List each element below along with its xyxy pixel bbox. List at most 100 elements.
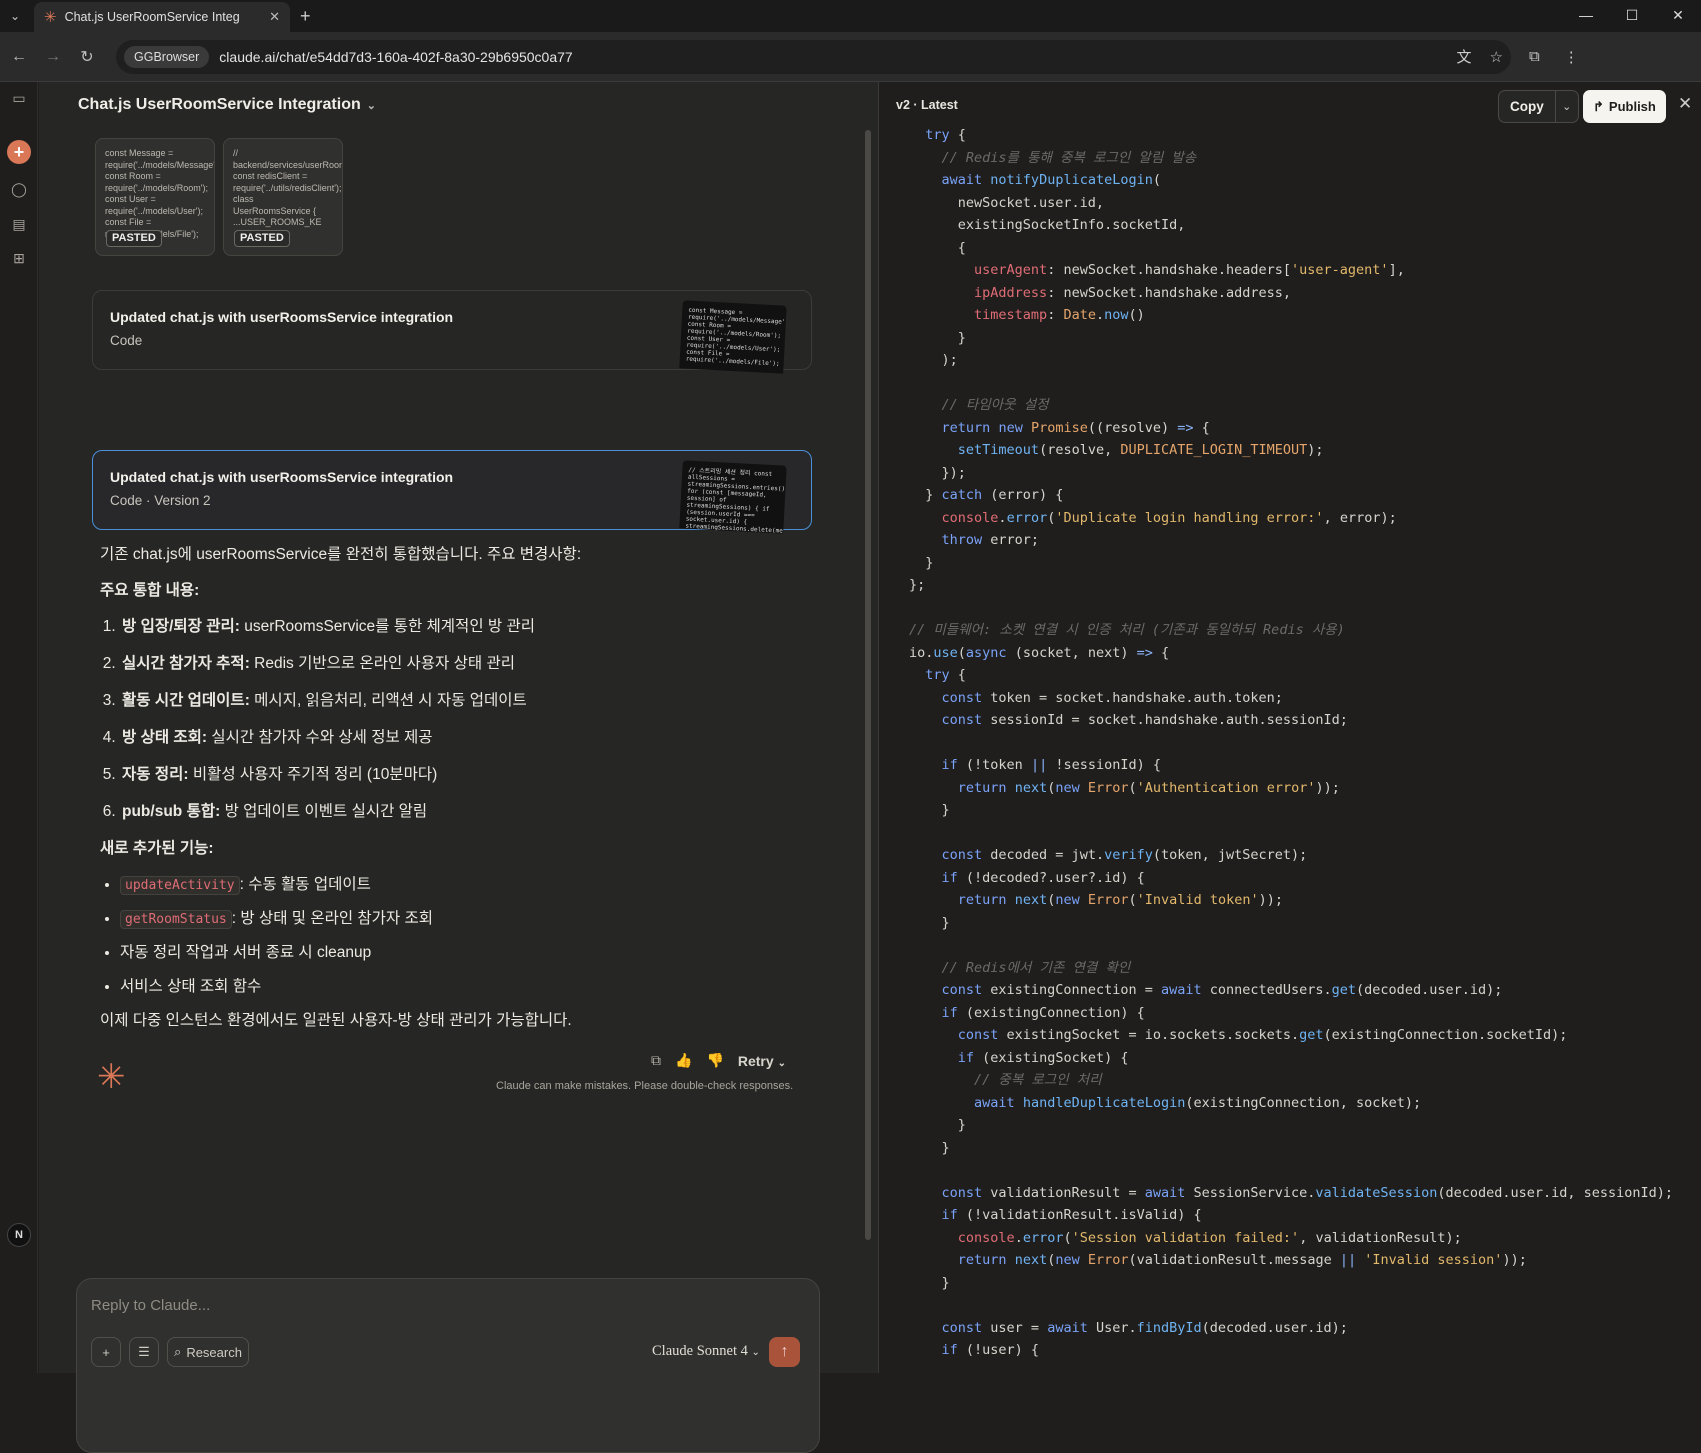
sidebar-toggle-icon[interactable]: ▭: [7, 86, 31, 110]
chat-title[interactable]: Chat.js UserRoomService Integration ⌄: [78, 96, 376, 114]
reply-input[interactable]: Reply to Claude...: [91, 1297, 210, 1314]
close-window-icon[interactable]: ✕: [1655, 0, 1701, 30]
model-selector[interactable]: Claude Sonnet 4 ⌄: [652, 1343, 760, 1360]
copy-icon[interactable]: ⧉: [651, 1052, 661, 1069]
code-line: existingSocketInfo.socketId,: [909, 217, 1186, 233]
pasted-attachment[interactable]: // backend/services/userRoomsService.js …: [223, 138, 343, 256]
inline-code: getRoomStatus: [120, 910, 232, 929]
new-chat-icon[interactable]: +: [7, 140, 31, 164]
artifact-card-active[interactable]: Updated chat.js with userRoomsService in…: [92, 450, 812, 534]
url-text[interactable]: claude.ai/chat/e54dd7d3-160a-402f-8a30-2…: [219, 49, 1438, 65]
research-button[interactable]: ⌕ Research: [167, 1337, 249, 1367]
new-tab-icon[interactable]: +: [300, 6, 311, 27]
chevron-down-icon[interactable]: ⌄: [1556, 91, 1578, 122]
projects-icon[interactable]: ▤: [7, 212, 31, 236]
pasted-preview: // backend/services/userRoomsService.js …: [233, 148, 342, 227]
avatar[interactable]: N: [7, 1223, 31, 1247]
browser-tab-strip: ⌄ ✳ Chat.js UserRoomService Integ ✕ + — …: [0, 0, 1701, 32]
code-line: io.use(async (socket, next) => {: [909, 644, 1170, 661]
message-heading: 주요 통합 내용:: [100, 582, 200, 599]
tab-title: Chat.js UserRoomService Integ: [64, 10, 240, 24]
minimize-icon[interactable]: —: [1563, 0, 1609, 30]
claude-spark-icon: ✳: [97, 1058, 126, 1096]
list-item: pub/sub 통합: 방 업데이트 이벤트 실시간 알림: [120, 799, 800, 821]
retry-button[interactable]: Retry ⌄: [738, 1053, 786, 1069]
code-line: if (!user) {: [941, 1342, 1040, 1358]
message-heading: 새로 추가된 기능:: [100, 840, 214, 857]
add-icon[interactable]: +: [91, 1337, 121, 1367]
code-viewer[interactable]: try { // Redis를 통해 중복 로그인 알림 발송 await no…: [909, 124, 1673, 1362]
copy-button[interactable]: Copy: [1499, 91, 1556, 122]
list-item: updateActivity: 수동 활동 업데이트: [120, 872, 800, 895]
list-item-text: userRoomsService를 통한 체계적인 방 관리: [239, 618, 535, 635]
code-line: if (existingConnection) {: [941, 1004, 1145, 1021]
menu-kebab-icon[interactable]: ⋮: [1564, 48, 1579, 66]
code-line: {: [909, 239, 966, 256]
tab-close-icon[interactable]: ✕: [269, 9, 280, 25]
list-item-text: Redis 기반으로 온라인 사용자 상태 관리: [249, 655, 515, 672]
forward-icon[interactable]: →: [38, 48, 68, 66]
list-item-bold: 활동 시간 업데이트:: [122, 692, 250, 709]
list-item-text: 자동 정리 작업과 서버 종료 시 cleanup: [120, 944, 372, 961]
omnibox[interactable]: GGBrowser claude.ai/chat/e54dd7d3-160a-4…: [116, 39, 1511, 74]
browser-tab-active[interactable]: ✳ Chat.js UserRoomService Integ ✕: [34, 2, 290, 32]
code-line: const sessionId = socket.handshake.auth.…: [941, 712, 1348, 728]
pasted-attachment[interactable]: const Message = require('../models/Messa…: [95, 138, 215, 256]
close-icon[interactable]: ✕: [1678, 94, 1692, 114]
code-line: }: [909, 1274, 950, 1291]
retry-label: Retry: [737, 1052, 774, 1069]
message-intro: 기존 chat.js에 userRoomsService를 완전히 통합했습니다…: [100, 546, 582, 563]
code-line: console.error('Session validation failed…: [957, 1229, 1462, 1246]
chats-icon[interactable]: ◯: [7, 177, 31, 201]
code-line: }: [909, 802, 950, 818]
left-rail: ▭ + ◯ ▤ ⊞ N: [0, 82, 38, 1373]
code-line: if (!decoded?.user?.id) {: [941, 869, 1145, 886]
claude-favicon-icon: ✳: [44, 9, 57, 26]
code-line: const decoded = jwt.verify(token, jwtSec…: [941, 847, 1308, 863]
code-line: };: [909, 577, 926, 593]
extensions-icon[interactable]: ⧉: [1529, 48, 1540, 65]
publish-button[interactable]: ↱ Publish: [1583, 90, 1666, 123]
translate-icon[interactable]: ⽂: [1457, 46, 1472, 67]
artifacts-icon[interactable]: ⊞: [7, 246, 31, 270]
list-item: 자동 정리 작업과 서버 종료 시 cleanup: [120, 940, 800, 962]
site-info-chip[interactable]: GGBrowser: [124, 45, 210, 68]
code-line: }: [909, 329, 966, 346]
code-line: }: [909, 554, 934, 571]
artifact-panel: v2 · Latest Copy ⌄ ↱ Publish ✕ try { // R…: [879, 82, 1701, 1373]
code-line: throw error;: [941, 532, 1040, 548]
thumbs-down-icon[interactable]: 👎: [706, 1052, 723, 1069]
code-line: setTimeout(resolve, DUPLICATE_LOGIN_TIME…: [957, 442, 1324, 458]
list-item: 방 상태 조회: 실시간 참가자 수와 상세 정보 제공: [120, 725, 800, 747]
back-icon[interactable]: ←: [4, 48, 34, 66]
artifact-card[interactable]: Updated chat.js with userRoomsService in…: [92, 290, 812, 374]
code-line: } catch (error) {: [909, 487, 1064, 503]
list-item: 실시간 참가자 추적: Redis 기반으로 온라인 사용자 상태 관리: [120, 651, 800, 673]
reload-icon[interactable]: ↻: [72, 47, 102, 67]
version-label[interactable]: v2 · Latest: [896, 98, 958, 112]
list-item-text: : 방 상태 및 온라인 참가자 조회: [231, 910, 434, 927]
chevron-down-icon: ⌄: [751, 1347, 760, 1358]
chevron-down-icon: ⌄: [366, 100, 376, 112]
tab-search-icon[interactable]: ⌄: [2, 3, 28, 29]
pasted-preview: const Message = require('../models/Messa…: [105, 148, 215, 239]
message-actions: ⧉ 👍 👎 Retry ⌄: [651, 1052, 786, 1069]
artifact-thumbnail: // 스트리밍 세션 정리 const allSessions = stream…: [679, 460, 787, 534]
code-line: const existingConnection = await connect…: [941, 982, 1503, 998]
code-line: return new Promise((resolve) => {: [941, 419, 1210, 436]
tools-icon[interactable]: ☰: [129, 1337, 159, 1367]
code-line: console.error('Duplicate login handling …: [941, 509, 1397, 526]
code-line: // 타임아웃 설정: [941, 397, 1049, 413]
code-line: }: [909, 1117, 966, 1133]
chevron-down-icon: ⌄: [777, 1057, 786, 1069]
bookmark-star-icon[interactable]: ☆: [1490, 48, 1503, 66]
send-button[interactable]: ↑: [769, 1337, 800, 1367]
thumbs-up-icon[interactable]: 👍: [675, 1052, 692, 1069]
artifact-title: Updated chat.js with userRoomsService in…: [110, 469, 454, 485]
chat-scrollbar[interactable]: [865, 130, 871, 1240]
maximize-icon[interactable]: ☐: [1609, 0, 1655, 30]
